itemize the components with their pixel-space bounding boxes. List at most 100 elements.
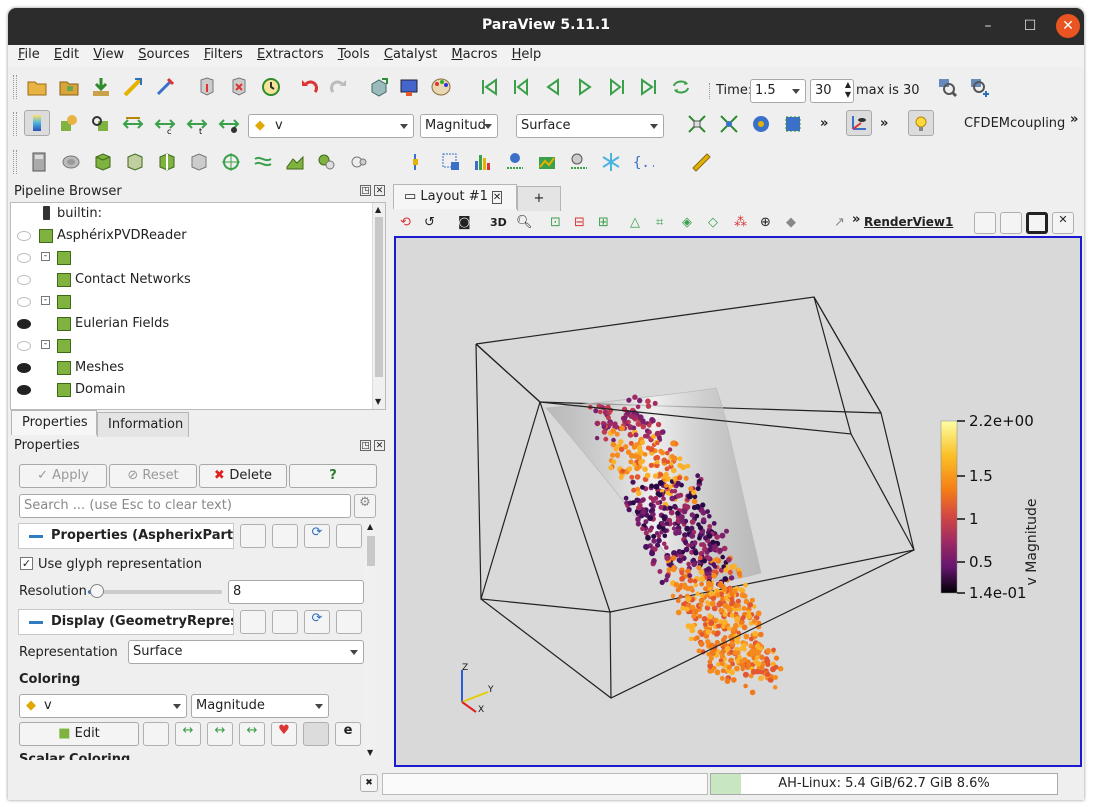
loop-icon[interactable]: [668, 74, 694, 100]
tab-layout-1[interactable]: ▭ Layout #1 ✕: [393, 184, 517, 209]
capture-screenshot-icon[interactable]: ◙: [458, 215, 471, 230]
menu-tools[interactable]: Tools: [338, 45, 370, 64]
add-layout-tab[interactable]: +: [517, 186, 561, 211]
warp-by-vector-icon[interactable]: [282, 149, 308, 175]
reset-button[interactable]: ⊘ Reset: [109, 464, 197, 488]
rescale-data-range-icon[interactable]: [120, 111, 146, 137]
edit-legend-icon[interactable]: e: [335, 722, 361, 746]
orientation-axes-icon[interactable]: [846, 110, 872, 136]
ruler-tool-icon[interactable]: ↗: [834, 215, 845, 230]
help-button[interactable]: ?: [289, 464, 377, 488]
section-display-header[interactable]: Display (GeometryRepres: [18, 609, 234, 635]
last-frame-icon[interactable]: [636, 74, 662, 100]
scroll-up-icon[interactable]: ▲: [367, 522, 373, 531]
menu-edit[interactable]: Edit: [54, 45, 79, 64]
copy-properties-icon[interactable]: [240, 524, 266, 548]
properties-scrollbar[interactable]: ▲ ▼: [364, 522, 378, 762]
collapse-section-icon[interactable]: [29, 535, 43, 538]
reverse-play-icon[interactable]: [540, 74, 566, 100]
time-combo[interactable]: 1.5: [750, 79, 806, 103]
close-view-icon[interactable]: ✕: [1052, 212, 1074, 234]
tree-item-group-2[interactable]: -: [11, 291, 371, 313]
eye-visible-icon[interactable]: [17, 385, 31, 395]
split-vertical-icon[interactable]: [1000, 212, 1022, 234]
spinner-arrows-icon[interactable]: ▲ ▼: [845, 80, 851, 100]
rescale-custom-icon[interactable]: ↔: [207, 722, 233, 746]
plot-selection-icon[interactable]: [438, 149, 464, 175]
toolbar-more-icon[interactable]: »: [1070, 112, 1078, 127]
select-points-icon[interactable]: ⊟: [574, 215, 585, 230]
tree-item-group-3[interactable]: -: [11, 335, 371, 357]
tree-item-eulerian-fields[interactable]: Eulerian Fields: [11, 313, 371, 335]
eye-hidden-icon[interactable]: [17, 253, 31, 263]
redo-icon[interactable]: [326, 74, 352, 100]
collapse-section-icon[interactable]: [29, 621, 43, 624]
reset-session-icon[interactable]: [258, 74, 284, 100]
stream-tracer-icon[interactable]: [250, 149, 276, 175]
properties-search-input[interactable]: Search ... (use Esc to clear text): [19, 494, 351, 518]
select-frustum-icon[interactable]: ⊞: [598, 215, 609, 230]
render-view[interactable]: 2.2e+00 1.5 1 0.5 1.4e-01 Z Y X v Magnitude: [394, 236, 1082, 767]
save-screenshot-icon[interactable]: [396, 74, 422, 100]
undock-icon[interactable]: ◳: [360, 440, 371, 451]
menu-view[interactable]: View: [93, 45, 124, 64]
color-array-combo[interactable]: ◆ v: [248, 114, 414, 138]
collapse-icon[interactable]: -: [41, 252, 50, 261]
disconnect-icon[interactable]: [152, 74, 178, 100]
plot-over-line-icon[interactable]: [406, 149, 432, 175]
edit-color-map-button[interactable]: ■ Edit: [19, 722, 139, 746]
coloring-component-select[interactable]: Magnitude: [191, 694, 329, 718]
paste-properties-icon[interactable]: [272, 610, 298, 634]
toolbar-grip[interactable]: [13, 112, 17, 136]
reset-range-icon[interactable]: [88, 111, 114, 137]
toolbar-grip[interactable]: [13, 150, 17, 174]
extract-level-icon[interactable]: [346, 149, 372, 175]
rescale-range-icon[interactable]: ↔: [175, 722, 201, 746]
play-icon[interactable]: [572, 74, 598, 100]
plot-over-time-icon[interactable]: [566, 149, 592, 175]
eye-hidden-icon[interactable]: [17, 341, 31, 351]
previous-frame-icon[interactable]: [508, 74, 534, 100]
rescale-temporal-icon[interactable]: ↔: [239, 722, 265, 746]
toggle-3d-button[interactable]: 3D: [490, 216, 507, 229]
tab-properties[interactable]: Properties: [11, 410, 97, 435]
select-blocks-icon[interactable]: ⌗: [656, 215, 663, 230]
maximize-view-icon[interactable]: [1026, 212, 1048, 234]
resolution-input[interactable]: 8: [228, 580, 364, 604]
toolbar-grip[interactable]: [13, 75, 17, 99]
close-panel-icon[interactable]: ✕: [374, 440, 385, 451]
menu-file[interactable]: File: [18, 45, 40, 64]
save-defaults-icon[interactable]: [336, 610, 362, 634]
color-palette-icon[interactable]: [428, 74, 454, 100]
glyph-icon[interactable]: [218, 149, 244, 175]
load-state-icon[interactable]: [56, 74, 82, 100]
copy-properties-icon[interactable]: [240, 610, 266, 634]
menu-catalyst[interactable]: Catalyst: [384, 45, 437, 64]
pipeline-tree[interactable]: builtin: AsphérixPVDReader - Contact Net…: [10, 202, 386, 410]
grow-selection-icon[interactable]: ⊕: [760, 215, 771, 230]
menu-sources[interactable]: Sources: [138, 45, 189, 64]
save-defaults-icon[interactable]: [336, 524, 362, 548]
view-title[interactable]: RenderView1: [864, 215, 953, 229]
clip-icon[interactable]: [90, 149, 116, 175]
clear-selection-icon[interactable]: ◆: [786, 215, 796, 230]
eye-hidden-icon[interactable]: [17, 297, 31, 307]
scroll-down-icon[interactable]: ▼: [367, 748, 373, 757]
collapse-icon[interactable]: -: [41, 340, 50, 349]
paste-properties-icon[interactable]: [272, 524, 298, 548]
clear-status-icon[interactable]: ✖: [360, 774, 378, 792]
rescale-temporal-range-icon[interactable]: t: [184, 111, 210, 137]
show-color-legend-icon[interactable]: [303, 722, 329, 746]
undo-icon[interactable]: [296, 74, 322, 100]
add-find-icon[interactable]: [966, 74, 992, 100]
save-data-icon[interactable]: [88, 74, 114, 100]
zoom-to-box-icon[interactable]: 🔍︎: [516, 215, 533, 230]
scrollbar-thumb[interactable]: [367, 536, 375, 566]
ruler-icon[interactable]: [688, 149, 714, 175]
first-frame-icon[interactable]: [476, 74, 502, 100]
delete-button[interactable]: ✖ Delete: [199, 464, 287, 488]
menu-filters[interactable]: Filters: [204, 45, 243, 64]
coloring-array-select[interactable]: ◆ v: [19, 694, 187, 718]
select-cells-icon[interactable]: ⊡: [550, 215, 561, 230]
representation-combo[interactable]: Surface: [516, 114, 664, 138]
